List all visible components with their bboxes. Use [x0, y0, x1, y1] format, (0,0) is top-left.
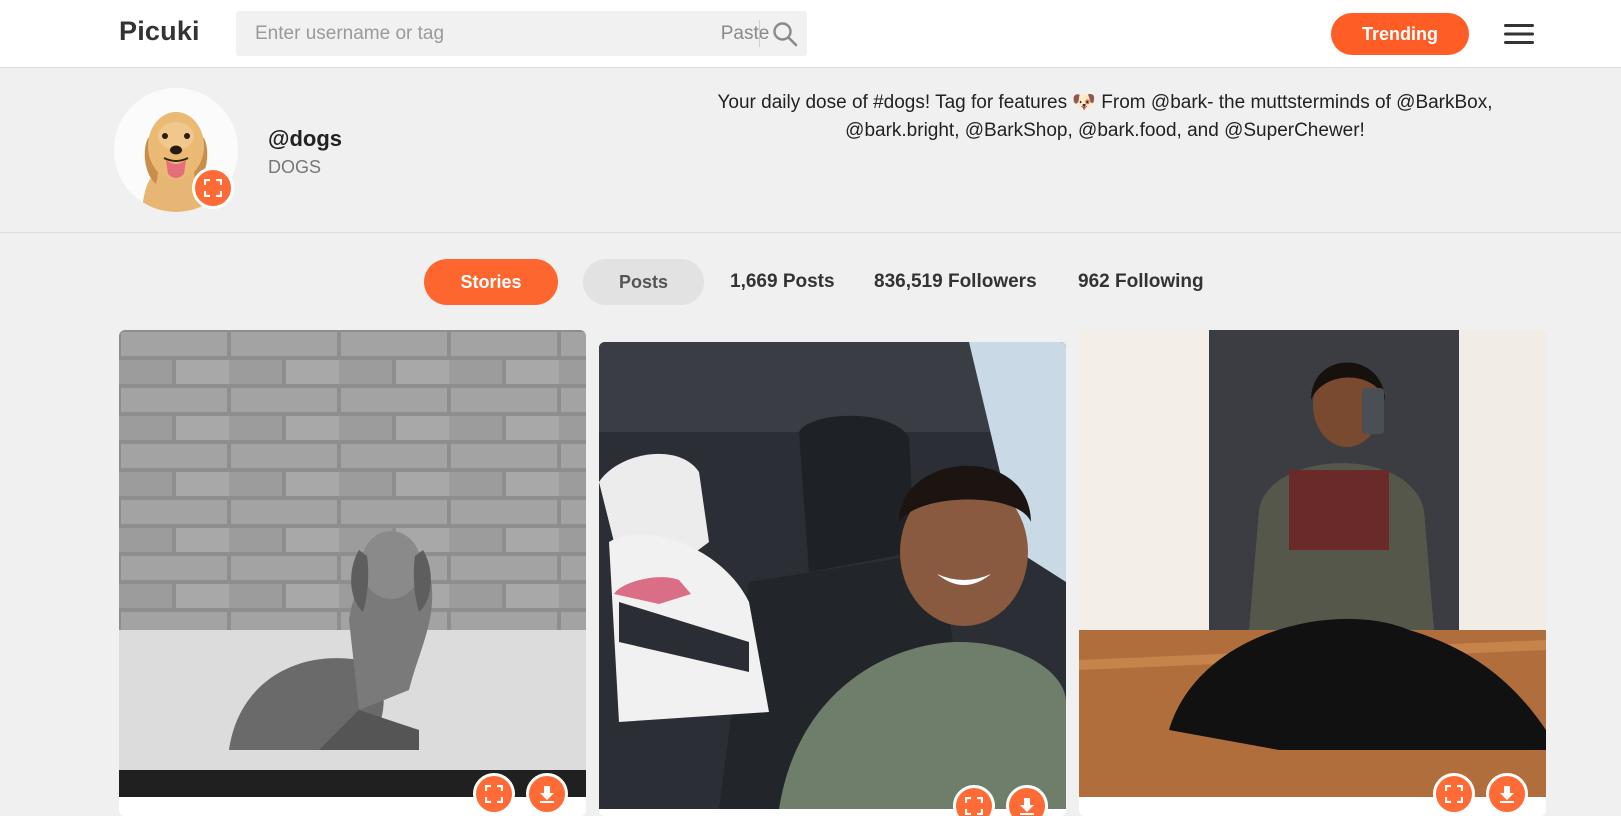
expand-icon [965, 797, 983, 815]
expand-button[interactable] [473, 773, 515, 815]
download-button[interactable] [1486, 773, 1528, 815]
tab-stories[interactable]: Stories [424, 259, 558, 305]
story-card[interactable] [599, 342, 1066, 816]
expand-icon [485, 785, 503, 803]
hamburger-menu-icon [1504, 24, 1534, 44]
followers-count: 836,519 Followers [874, 271, 1037, 292]
expand-icon [204, 179, 222, 197]
site-logo[interactable]: Picuki [119, 16, 200, 47]
top-navigation-bar: Picuki Paste Trending [0, 0, 1621, 68]
expand-icon [1445, 785, 1463, 803]
profile-bio: Your daily dose of #dogs! Tag for featur… [665, 89, 1545, 145]
expand-button[interactable] [1433, 773, 1475, 815]
card-footer [119, 797, 586, 816]
download-button[interactable] [526, 773, 568, 815]
avatar-expand-button[interactable] [192, 167, 234, 209]
download-icon [540, 786, 554, 803]
story-photo-mirror-selfie [1079, 330, 1546, 797]
card-footer [599, 809, 1066, 816]
search-input[interactable] [236, 11, 676, 56]
bio-line-2: @bark.bright, @BarkShop, @bark.food, and… [845, 120, 1365, 141]
story-photo-car-selfie [599, 342, 1066, 809]
trending-button[interactable]: Trending [1331, 13, 1469, 55]
posts-count: 1,669 Posts [730, 271, 835, 292]
profile-full-name: DOGS [268, 157, 322, 177]
card-footer [1079, 797, 1546, 816]
story-card[interactable] [1079, 330, 1546, 816]
bio-line-1: Your daily dose of #dogs! Tag for featur… [717, 92, 1493, 113]
profile-header: @dogs DOGS Your daily dose of #dogs! Tag… [0, 68, 1621, 233]
story-card[interactable] [119, 330, 586, 816]
search-button[interactable] [762, 11, 807, 56]
download-icon [1020, 798, 1034, 815]
profile-username: @dogs [268, 126, 343, 151]
tab-posts[interactable]: Posts [583, 259, 704, 305]
download-icon [1500, 786, 1514, 803]
story-photo-weimaraner [119, 330, 586, 797]
search-bar: Paste [236, 11, 807, 56]
search-divider [759, 20, 760, 47]
search-icon [772, 21, 797, 46]
hamburger-menu-button[interactable] [1503, 20, 1535, 48]
following-count: 962 Following [1078, 271, 1204, 292]
